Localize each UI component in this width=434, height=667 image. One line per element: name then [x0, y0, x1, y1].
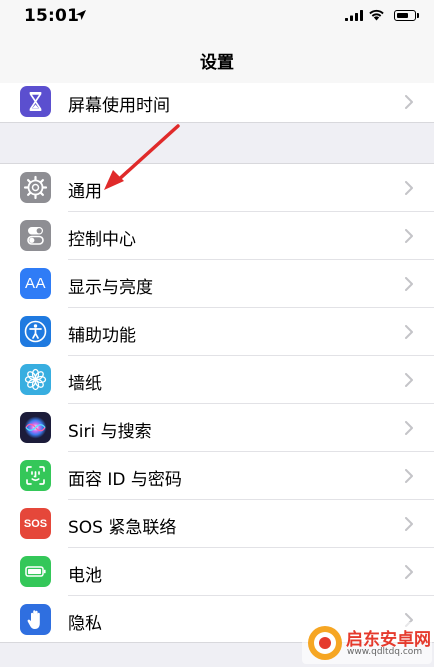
battery-icon — [20, 556, 51, 587]
flower-icon — [20, 364, 51, 395]
text-size-icon: AA — [20, 268, 51, 299]
chevron-right-icon — [405, 565, 413, 579]
settings-row-label: 通用 — [68, 182, 102, 202]
battery-level — [396, 12, 408, 18]
battery-icon — [394, 10, 416, 21]
settings-row-label: SOS 紧急联络 — [68, 518, 177, 538]
settings-row-screen-time[interactable]: 屏幕使用时间 — [0, 83, 434, 122]
navigation-bar: 设置 — [0, 34, 434, 84]
chevron-right-icon — [405, 373, 413, 387]
toggle-icon — [20, 220, 51, 251]
settings-row-wallpaper[interactable]: 墙纸 — [0, 356, 434, 404]
gear-icon — [20, 172, 51, 203]
chevron-right-icon — [405, 181, 413, 195]
text-size-glyph: AA — [24, 275, 46, 292]
settings-row-accessibility[interactable]: 辅助功能 — [0, 308, 434, 356]
settings-row-label: 墙纸 — [68, 374, 102, 394]
sos-glyph: SOS — [23, 517, 48, 530]
settings-row-general[interactable]: 通用 — [0, 164, 434, 212]
settings-row-label: 控制中心 — [68, 230, 136, 250]
hourglass-icon — [20, 86, 51, 117]
watermark-logo-icon — [308, 626, 342, 660]
watermark: 启东安卓网 www.qdltdq.com — [302, 622, 432, 664]
hand-icon — [20, 604, 51, 635]
settings-row-face-id-passcode[interactable]: 面容 ID 与密码 — [0, 452, 434, 500]
chevron-right-icon — [405, 277, 413, 291]
settings-row-label: 显示与亮度 — [68, 278, 153, 298]
settings-row-siri-search[interactable]: Siri 与搜索 — [0, 404, 434, 452]
settings-row-emergency-sos[interactable]: SOS SOS 紧急联络 — [0, 500, 434, 548]
watermark-url: www.qdltdq.com — [347, 647, 423, 657]
settings-row-label: 面容 ID 与密码 — [68, 470, 182, 490]
page-title: 设置 — [200, 53, 234, 73]
face-id-icon — [20, 460, 51, 491]
settings-group-screen-time: 屏幕使用时间 — [0, 83, 434, 123]
settings-row-control-center[interactable]: 控制中心 — [0, 212, 434, 260]
settings-row-display-brightness[interactable]: AA 显示与亮度 — [0, 260, 434, 308]
settings-row-label: 隐私 — [68, 614, 102, 634]
settings-row-label: 辅助功能 — [68, 326, 136, 346]
settings-row-label: 电池 — [68, 566, 102, 586]
settings-row-label: 屏幕使用时间 — [68, 96, 170, 116]
status-bar: 15:01 — [0, 0, 434, 34]
chevron-right-icon — [405, 325, 413, 339]
wifi-icon — [369, 9, 384, 21]
chevron-right-icon — [405, 517, 413, 531]
chevron-right-icon — [405, 421, 413, 435]
signal-icon — [345, 10, 363, 21]
siri-icon — [20, 412, 51, 443]
sos-icon: SOS — [20, 508, 51, 539]
settings-row-label: Siri 与搜索 — [68, 422, 152, 442]
status-time: 15:01 — [24, 6, 80, 26]
accessibility-icon — [20, 316, 51, 347]
location-arrow-icon — [76, 10, 86, 20]
chevron-right-icon — [405, 95, 413, 109]
chevron-right-icon — [405, 469, 413, 483]
chevron-right-icon — [405, 229, 413, 243]
settings-group-main: 通用 控制中心 AA 显示与亮度 辅助功能 墙纸 Siri 与搜索 面容 ID … — [0, 163, 434, 643]
settings-row-battery[interactable]: 电池 — [0, 548, 434, 596]
battery-cap — [417, 13, 419, 18]
